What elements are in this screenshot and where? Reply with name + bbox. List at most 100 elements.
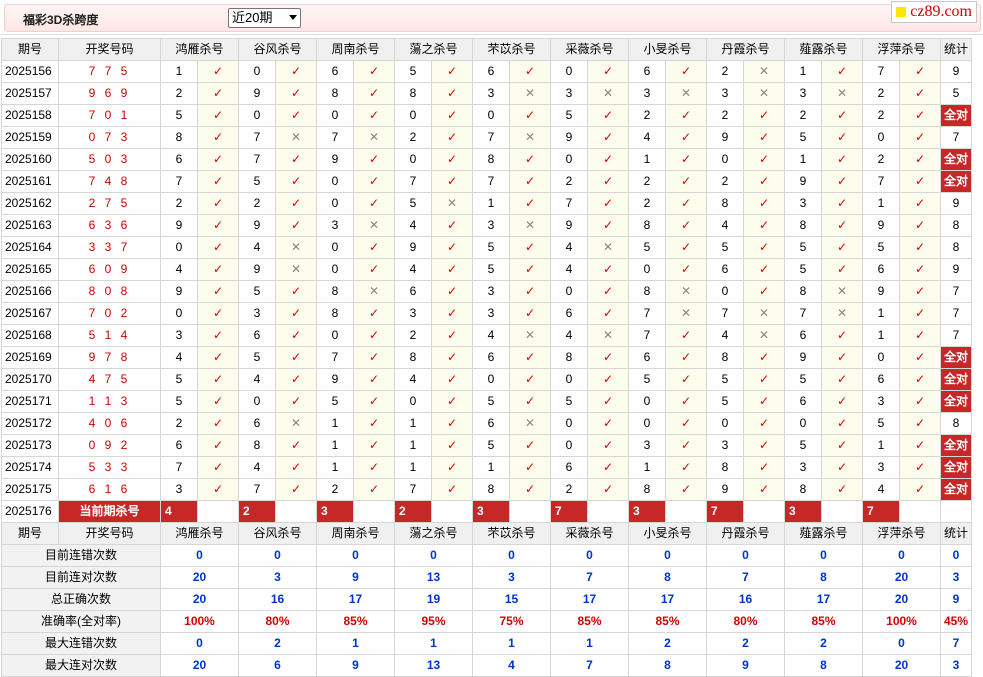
kill-number-cell: 1 <box>160 60 198 83</box>
empty-cell <box>509 500 551 523</box>
header-expert[interactable]: 丹霞杀号 <box>706 38 785 61</box>
kill-number-cell: 1 <box>628 456 666 479</box>
summary-row: 准确率(全对率) 100% 80% 85% 95% 75% 85% 85% 80% 85% 100%… <box>1 610 972 633</box>
check-icon: ✓ <box>197 302 239 325</box>
kill-number-cell: 1 <box>316 456 354 479</box>
kill-number-cell: 1 <box>784 148 822 171</box>
cross-icon: ✕ <box>353 280 395 303</box>
check-icon: ✓ <box>353 192 395 215</box>
kill-number-cell: 4 <box>628 126 666 149</box>
check-icon: ✓ <box>353 456 395 479</box>
header-expert[interactable]: 薤露杀号 <box>784 522 863 545</box>
check-icon: ✓ <box>587 434 629 457</box>
kill-number-cell: 1 <box>862 434 900 457</box>
summary-value: 0 <box>394 544 473 567</box>
header-expert[interactable]: 芣苡杀号 <box>472 38 551 61</box>
table-row: 2025175 6 1 6 3 ✓ 7 ✓ 2 ✓ 7 ✓ 8 ✓ 2 ✓ 8 ✓ 9 ✓ 8 ✓ 4 ✓ 全对 <box>1 478 972 501</box>
kill-number-cell: 2 <box>394 126 432 149</box>
empty-cell <box>899 500 941 523</box>
kill-number-cell: 0 <box>628 412 666 435</box>
kill-number-cell: 6 <box>628 60 666 83</box>
header-expert[interactable]: 鸿雁杀号 <box>160 38 239 61</box>
kill-number-cell: 6 <box>160 148 198 171</box>
issue-cell: 2025161 <box>1 170 59 193</box>
header-expert[interactable]: 蕩之杀号 <box>394 38 473 61</box>
kill-number-cell: 0 <box>160 236 198 259</box>
kill-number-cell: 8 <box>316 82 354 105</box>
kill-number-cell: 0 <box>394 148 432 171</box>
site-logo[interactable]: cz89.com <box>891 1 977 23</box>
kill-number-cell: 1 <box>862 192 900 215</box>
check-icon: ✓ <box>665 170 707 193</box>
check-icon: ✓ <box>665 478 707 501</box>
summary-value: 0 <box>706 544 785 567</box>
kill-number-cell: 2 <box>706 104 744 127</box>
header-expert[interactable]: 鸿雁杀号 <box>160 522 239 545</box>
summary-value: 20 <box>160 588 239 611</box>
header-expert[interactable]: 采薇杀号 <box>550 522 629 545</box>
draw-number-cell: 7 0 2 <box>58 302 161 325</box>
kill-number-cell: 7 <box>394 478 432 501</box>
header-expert[interactable]: 周南杀号 <box>316 522 395 545</box>
period-select[interactable]: 近20期 <box>228 8 301 28</box>
header-expert[interactable]: 浮萍杀号 <box>862 522 941 545</box>
check-icon: ✓ <box>197 324 239 347</box>
header-expert[interactable]: 浮萍杀号 <box>862 38 941 61</box>
kill-number-cell: 2 <box>862 148 900 171</box>
check-icon: ✓ <box>821 412 863 435</box>
header-expert[interactable]: 蕩之杀号 <box>394 522 473 545</box>
kill-number-cell: 4 <box>706 214 744 237</box>
table-row: 2025166 8 0 8 9 ✓ 5 ✓ 8 ✕ 6 ✓ 3 ✓ 0 ✓ 8 ✕ 0 ✓ 8 ✕ 9 ✓ 7 <box>1 280 972 303</box>
header-expert[interactable]: 周南杀号 <box>316 38 395 61</box>
check-icon: ✓ <box>899 170 941 193</box>
check-icon: ✓ <box>821 434 863 457</box>
issue-cell: 2025162 <box>1 192 59 215</box>
kill-number-cell: 3 <box>784 192 822 215</box>
table-row: 2025169 9 7 8 4 ✓ 5 ✓ 7 ✓ 8 ✓ 6 ✓ 8 ✓ 6 ✓ 8 ✓ 9 ✓ 0 ✓ 全对 <box>1 346 972 369</box>
summary-stat: 3 <box>940 566 972 589</box>
all-correct-badge: 全对 <box>940 148 972 171</box>
kill-number-cell: 7 <box>160 170 198 193</box>
header-expert[interactable]: 谷风杀号 <box>238 38 317 61</box>
kill-number-cell: 6 <box>862 258 900 281</box>
check-icon: ✓ <box>899 368 941 391</box>
check-icon: ✓ <box>743 192 785 215</box>
kill-number-cell: 9 <box>394 236 432 259</box>
check-icon: ✓ <box>743 280 785 303</box>
check-icon: ✓ <box>587 456 629 479</box>
header-expert[interactable]: 谷风杀号 <box>238 522 317 545</box>
header-expert[interactable]: 芣苡杀号 <box>472 522 551 545</box>
header-expert[interactable]: 采薇杀号 <box>550 38 629 61</box>
check-icon: ✓ <box>821 192 863 215</box>
check-icon: ✓ <box>197 412 239 435</box>
stat-cell: 8 <box>940 236 972 259</box>
kill-number-cell: 5 <box>784 434 822 457</box>
kill-number-cell: 0 <box>394 390 432 413</box>
page-title: 福彩3D杀跨度 <box>23 13 99 27</box>
check-icon: ✓ <box>197 126 239 149</box>
kill-number-cell: 1 <box>862 302 900 325</box>
kill-number-cell: 5 <box>628 236 666 259</box>
header-expert[interactable]: 小旻杀号 <box>628 522 707 545</box>
kill-number-cell: 0 <box>550 148 588 171</box>
stat-cell: 7 <box>940 126 972 149</box>
summary-value: 4 <box>472 654 551 677</box>
check-icon: ✓ <box>587 302 629 325</box>
check-icon: ✓ <box>275 192 317 215</box>
current-kill-number: 3 <box>316 500 354 523</box>
kill-number-cell: 3 <box>784 82 822 105</box>
header-expert[interactable]: 薤露杀号 <box>784 38 863 61</box>
summary-value: 13 <box>394 654 473 677</box>
kill-number-cell: 6 <box>238 412 276 435</box>
issue-cell: 2025158 <box>1 104 59 127</box>
stat-cell: 7 <box>940 280 972 303</box>
kill-number-cell: 5 <box>160 104 198 127</box>
check-icon: ✓ <box>275 390 317 413</box>
draw-number-cell: 5 3 3 <box>58 456 161 479</box>
header-expert[interactable]: 丹霞杀号 <box>706 522 785 545</box>
kill-number-cell: 9 <box>784 346 822 369</box>
kill-number-cell: 9 <box>862 280 900 303</box>
check-icon: ✓ <box>275 280 317 303</box>
header-expert[interactable]: 小旻杀号 <box>628 38 707 61</box>
kill-number-cell: 8 <box>628 478 666 501</box>
